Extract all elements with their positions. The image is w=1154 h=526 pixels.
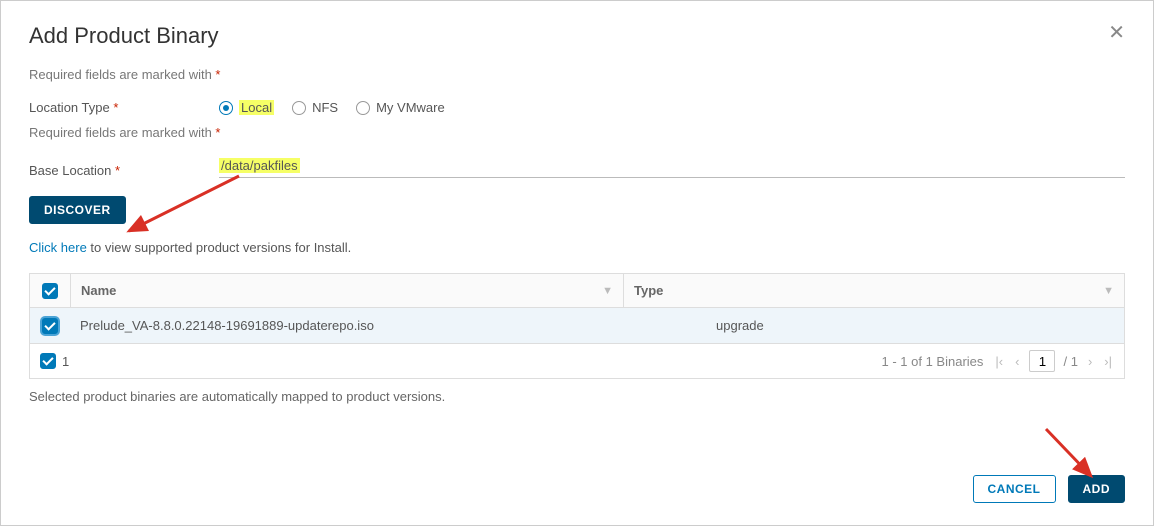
range-text: 1 - 1 of 1 Binaries — [882, 354, 984, 369]
radio-icon — [356, 101, 370, 115]
radio-icon — [219, 101, 233, 115]
click-here-link[interactable]: Click here — [29, 240, 87, 255]
last-page-icon[interactable]: ›| — [1102, 354, 1114, 369]
discover-button[interactable]: DISCOVER — [29, 196, 126, 224]
row-type: upgrade — [624, 310, 1124, 341]
page-total: / 1 — [1063, 354, 1077, 369]
radio-myvmware[interactable]: My VMware — [356, 100, 445, 115]
base-location-input[interactable]: /data/pakfiles — [219, 158, 300, 173]
row-checkbox[interactable] — [42, 318, 58, 334]
radio-myvmware-label: My VMware — [376, 100, 445, 115]
location-type-label: Location Type * — [29, 100, 219, 115]
required-hint-2: Required fields are marked with * — [29, 125, 1125, 140]
filter-icon[interactable]: ▼ — [602, 285, 613, 297]
selected-count: 1 — [62, 354, 69, 369]
required-hint: Required fields are marked with * — [29, 67, 1125, 82]
radio-nfs-label: NFS — [312, 100, 338, 115]
radio-local[interactable]: Local — [219, 100, 274, 115]
add-button[interactable]: ADD — [1068, 475, 1126, 503]
radio-icon — [292, 101, 306, 115]
next-page-icon[interactable]: › — [1086, 354, 1094, 369]
footnote: Selected product binaries are automatica… — [29, 389, 1125, 404]
prev-page-icon[interactable]: ‹ — [1013, 354, 1021, 369]
table-row[interactable]: Prelude_VA-8.8.0.22148-19691889-updatere… — [30, 308, 1124, 344]
pager: |‹ ‹ / 1 › ›| — [993, 350, 1114, 372]
binaries-table: Name ▼ Type ▼ Prelude_VA-8.8.0.22148-196… — [29, 273, 1125, 379]
col-type-header[interactable]: Type ▼ — [624, 275, 1124, 306]
footer-checkbox[interactable] — [40, 353, 56, 369]
close-icon[interactable]: ✕ — [1108, 23, 1125, 43]
base-location-label: Base Location * — [29, 163, 219, 178]
annotation-arrow-icon — [119, 166, 249, 246]
row-name: Prelude_VA-8.8.0.22148-19691889-updatere… — [70, 310, 624, 341]
filter-icon[interactable]: ▼ — [1103, 285, 1114, 297]
location-type-radio-group: Local NFS My VMware — [219, 100, 445, 115]
add-product-binary-dialog: Add Product Binary ✕ Required fields are… — [0, 0, 1154, 526]
supported-versions-hint: Click here to view supported product ver… — [29, 240, 1125, 255]
required-asterisk: * — [215, 67, 220, 82]
table-footer: 1 1 - 1 of 1 Binaries |‹ ‹ / 1 › ›| — [30, 344, 1124, 378]
cancel-button[interactable]: CANCEL — [973, 475, 1056, 503]
col-name-header[interactable]: Name ▼ — [71, 275, 623, 306]
first-page-icon[interactable]: |‹ — [993, 354, 1005, 369]
page-input[interactable] — [1029, 350, 1055, 372]
radio-nfs[interactable]: NFS — [292, 100, 338, 115]
select-all-checkbox[interactable] — [42, 283, 58, 299]
table-header: Name ▼ Type ▼ — [30, 274, 1124, 308]
dialog-title: Add Product Binary — [29, 23, 219, 49]
radio-local-label: Local — [239, 100, 274, 115]
required-hint-text: Required fields are marked with — [29, 67, 215, 82]
